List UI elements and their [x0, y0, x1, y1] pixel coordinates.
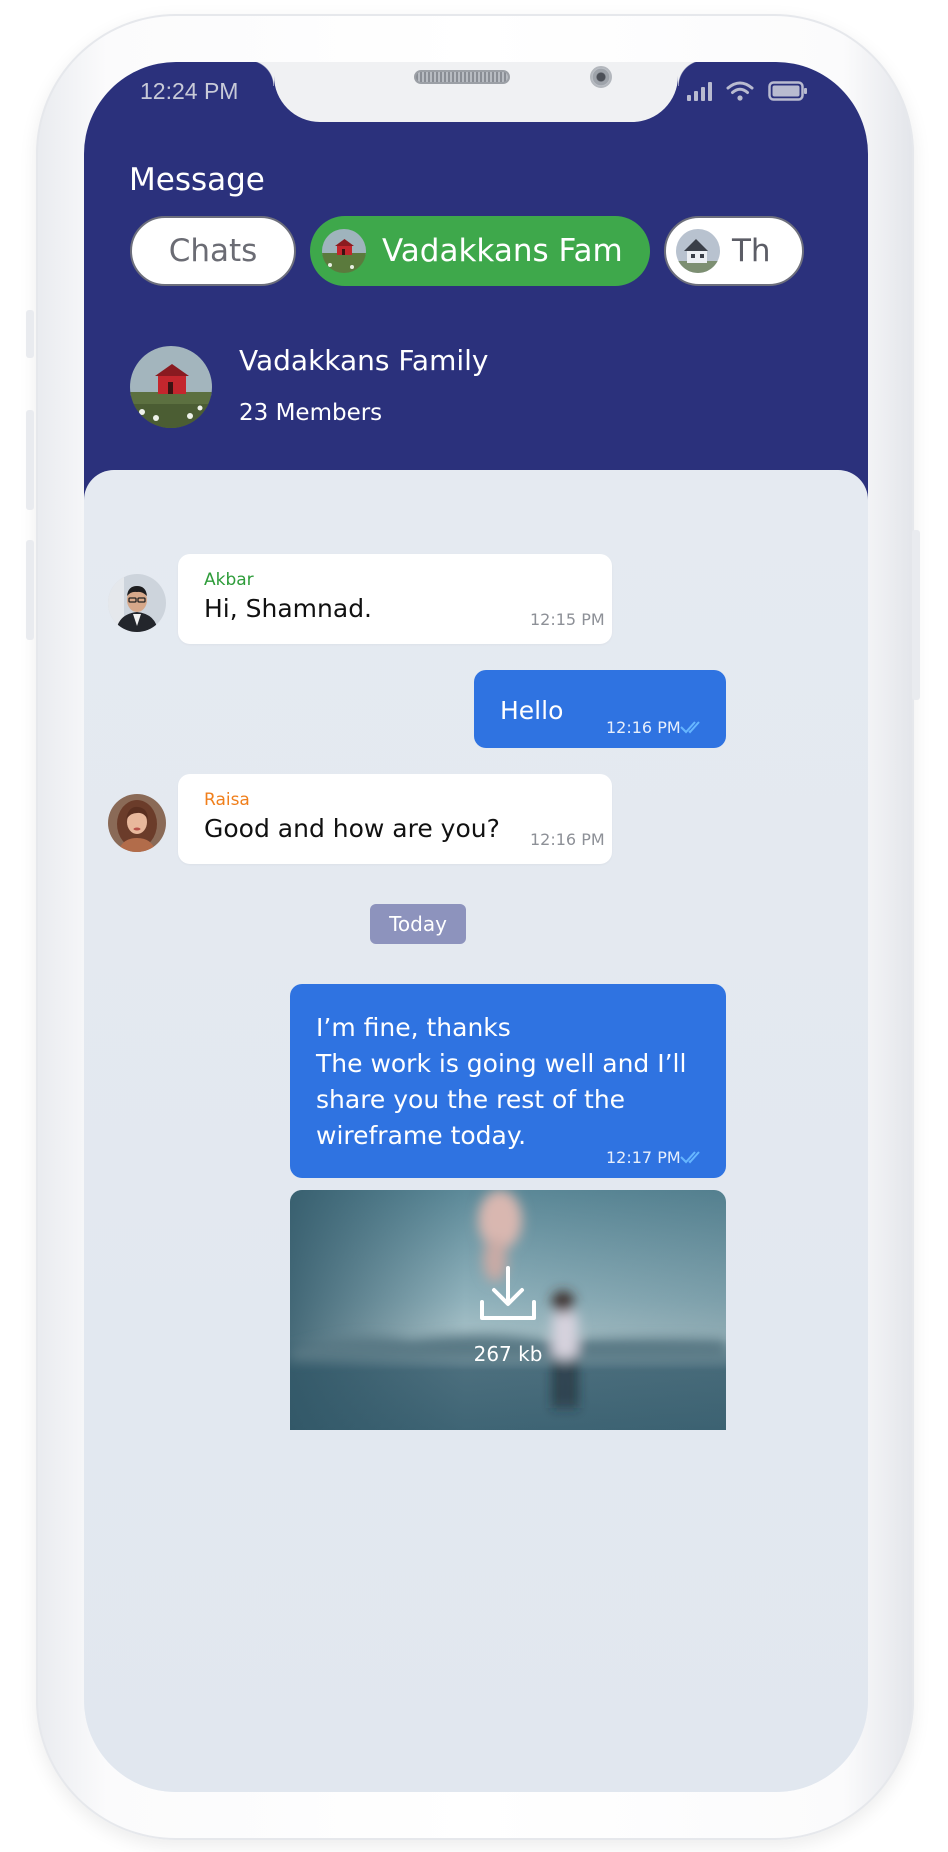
message-bubble-outgoing[interactable]: Hello 12:16 PM	[474, 670, 726, 748]
avatar-akbar[interactable]	[108, 574, 166, 632]
battery-icon	[768, 81, 807, 101]
group-avatar[interactable]	[130, 346, 212, 428]
message-time: 12:16 PM	[606, 718, 681, 737]
double-check-icon	[680, 721, 700, 734]
message-bubble-incoming[interactable]: Akbar Hi, Shamnad. 12:15 PM	[178, 554, 612, 644]
tab-third[interactable]: Th	[664, 216, 804, 286]
phone-side-button	[912, 530, 920, 700]
image-attachment[interactable]: 267 kb	[290, 1190, 726, 1430]
tab-label: Chats	[168, 233, 258, 269]
chat-area[interactable]: Akbar Hi, Shamnad. 12:15 PM Hello 12:16 …	[84, 470, 868, 1792]
signal-icon	[687, 81, 712, 101]
group-name: Vadakkans Family	[239, 344, 489, 377]
avatar-raisa[interactable]	[108, 794, 166, 852]
group-member-count: 23 Members	[239, 400, 383, 426]
message-text: I’m fine, thanks The work is going well …	[316, 1013, 687, 1150]
double-check-icon	[680, 1151, 700, 1164]
message-text: Hello	[500, 696, 564, 725]
tab-chats[interactable]: Chats	[130, 216, 296, 286]
status-time: 12:24 PM	[140, 78, 239, 104]
message-bubble-incoming[interactable]: Raisa Good and how are you? 12:16 PM	[178, 774, 612, 864]
message-time: 12:17 PM	[606, 1148, 681, 1167]
tab-vadakkans-fam[interactable]: Vadakkans Fam	[310, 216, 650, 286]
front-camera	[590, 66, 612, 88]
speaker-grille	[414, 70, 510, 84]
sender-name: Akbar	[204, 570, 254, 590]
phone-side-button	[26, 540, 34, 640]
date-divider: Today	[370, 904, 466, 944]
sender-name: Raisa	[204, 790, 250, 810]
notch	[248, 62, 704, 122]
phone-side-button	[26, 310, 34, 358]
download-icon[interactable]	[476, 1262, 540, 1326]
phone-side-button	[26, 410, 34, 510]
status-icons	[687, 80, 808, 102]
attachment-size: 267 kb	[473, 1342, 543, 1366]
message-time: 12:15 PM	[530, 610, 605, 629]
group-thumbnail	[322, 229, 366, 273]
wifi-icon	[726, 81, 754, 101]
tab-label: Vadakkans Fam	[382, 233, 623, 269]
message-bubble-outgoing[interactable]: I’m fine, thanks The work is going well …	[290, 984, 726, 1178]
page-title: Message	[129, 162, 265, 198]
tab-label: Th	[732, 233, 771, 269]
message-time: 12:16 PM	[530, 830, 605, 849]
phone-screen: 12:24 PM Message Chats Vadakkans Fam Th …	[84, 62, 868, 1792]
message-text: Hi, Shamnad.	[204, 594, 373, 623]
group-thumbnail	[676, 229, 720, 273]
message-text: Good and how are you?	[204, 814, 500, 843]
